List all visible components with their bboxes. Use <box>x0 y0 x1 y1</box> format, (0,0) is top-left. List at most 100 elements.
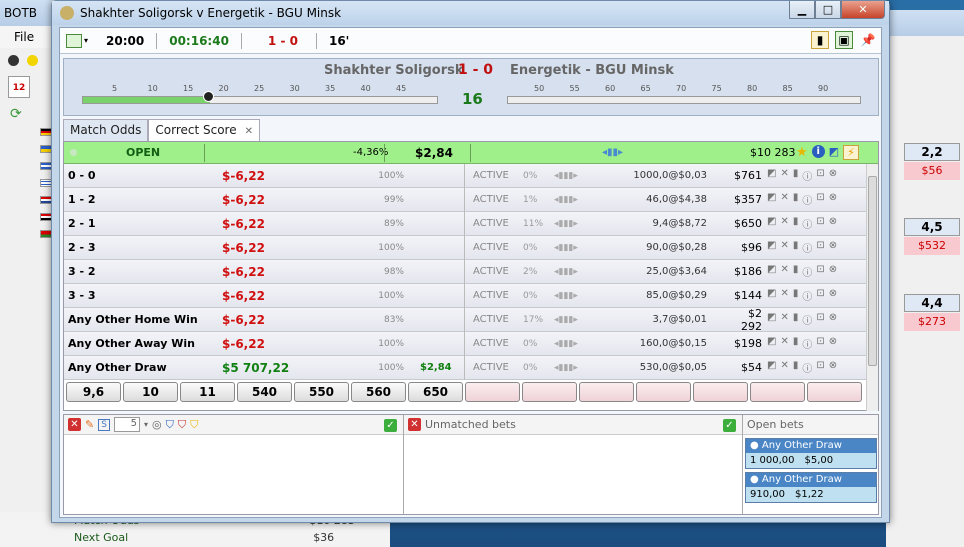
empty-odds-button[interactable] <box>750 382 805 402</box>
bg-odds-box[interactable]: 4,5 <box>904 218 960 236</box>
row-ladder-icon[interactable]: ▮ <box>793 240 799 255</box>
ladder-arrows-icon[interactable]: ◂▮▮▮▸ <box>554 243 578 253</box>
row-up-icon[interactable]: ⊡ <box>816 168 824 183</box>
shield-red-icon[interactable]: ⛉ <box>178 418 186 432</box>
ladder-arrows-icon[interactable]: ◂▮▮▮▸ <box>554 171 578 181</box>
selection-back-price[interactable]: 9,4@$8,72 <box>584 218 707 229</box>
selection-row[interactable]: Any Other Away Win $-6,22 100% ACTIVE 0% ◂▮▮▮… <box>64 332 878 356</box>
row-info-icon[interactable]: ⓘ <box>802 264 812 279</box>
row-ladder-icon[interactable]: ▮ <box>793 360 799 375</box>
eraser-icon[interactable]: ✎ <box>85 418 94 431</box>
row-up-icon[interactable]: ⊡ <box>816 288 824 303</box>
empty-odds-button[interactable] <box>807 382 862 402</box>
confirm-unmatched-icon[interactable]: ✓ <box>723 419 736 432</box>
row-ladder-icon[interactable]: ▮ <box>793 336 799 351</box>
row-close-icon[interactable]: ⊗ <box>829 264 837 279</box>
star-icon[interactable]: ★ <box>796 145 808 160</box>
s-icon[interactable]: S <box>98 418 110 431</box>
selection-back-price[interactable]: 90,0@$0,28 <box>584 242 707 253</box>
ladder-arrows-icon[interactable]: ◂▮▮▮▸ <box>554 267 578 277</box>
pin-icon[interactable]: 📌 <box>859 31 877 49</box>
row-up-icon[interactable]: ⊡ <box>816 312 824 327</box>
close-tab-icon[interactable]: ✕ <box>245 126 253 137</box>
row-close-icon[interactable]: ⊗ <box>829 336 837 351</box>
row-info-icon[interactable]: ⓘ <box>802 336 812 351</box>
ladder-arrows-icon[interactable]: ◂▮▮▮▸ <box>554 291 578 301</box>
empty-odds-button[interactable] <box>579 382 634 402</box>
selection-row[interactable]: 2 - 3 $-6,22 100% ACTIVE 0% ◂▮▮▮▸ 90,0@$0,28 $9… <box>64 236 878 260</box>
row-graph-icon[interactable]: ◩ <box>767 216 776 231</box>
bar-chart-icon[interactable]: ▮ <box>811 31 829 49</box>
open-bet[interactable]: ● Any Other Draw 910,00 $1,22 <box>745 472 877 503</box>
info-icon[interactable]: i <box>811 145 825 158</box>
bg-odds-box[interactable]: 4,4 <box>904 294 960 312</box>
selection-row[interactable]: 2 - 1 $-6,22 89% ACTIVE 11% ◂▮▮▮▸ 9,4@$8,72 $65… <box>64 212 878 236</box>
row-info-icon[interactable]: ⓘ <box>802 312 812 327</box>
quick-odds-button[interactable]: 9,6 <box>66 382 121 402</box>
tab-match-odds[interactable]: Match Odds <box>63 119 149 141</box>
row-info-icon[interactable]: ⓘ <box>802 192 812 207</box>
quick-odds-button[interactable]: 10 <box>123 382 178 402</box>
row-ladder-icon[interactable]: ▮ <box>793 288 799 303</box>
selection-back-price[interactable]: 160,0@$0,15 <box>584 338 707 349</box>
selection-row[interactable]: Any Other Draw $5 707,22 100% $2,84 ACTIVE 0%… <box>64 356 878 380</box>
tennis-ball-icon[interactable] <box>27 54 38 66</box>
row-ladder-icon[interactable]: ▮ <box>793 192 799 207</box>
graph-icon[interactable]: ◩ <box>829 145 839 160</box>
calendar-icon[interactable]: 12 <box>8 76 30 98</box>
row-up-icon[interactable]: ⊡ <box>816 264 824 279</box>
minimize-button[interactable]: ▁ <box>789 1 815 19</box>
quick-odds-button[interactable]: 650 <box>408 382 463 402</box>
selection-back-price[interactable]: 46,0@$4,38 <box>584 194 707 205</box>
empty-odds-button[interactable] <box>636 382 691 402</box>
open-bet[interactable]: ● Any Other Draw 1 000,00 $5,00 <box>745 438 877 469</box>
bg-market-row[interactable]: Next Goal $36 <box>0 529 390 546</box>
selection-back-price[interactable]: 25,0@$3,64 <box>584 266 707 277</box>
row-tools-icon[interactable]: ✕ <box>780 240 788 255</box>
row-graph-icon[interactable]: ◩ <box>767 312 776 327</box>
tab-correct-score[interactable]: Correct Score ✕ <box>148 119 260 141</box>
selection-row[interactable]: 0 - 0 $-6,22 100% ACTIVE 0% ◂▮▮▮▸ 1000,0@$0,03… <box>64 164 878 188</box>
cancel-icon[interactable]: ✕ <box>68 418 81 431</box>
row-tools-icon[interactable]: ✕ <box>780 192 788 207</box>
quick-odds-button[interactable]: 550 <box>294 382 349 402</box>
row-info-icon[interactable]: ⓘ <box>802 216 812 231</box>
empty-odds-button[interactable] <box>522 382 577 402</box>
selection-back-price[interactable]: 530,0@$0,05 <box>584 362 707 373</box>
selection-row[interactable]: 3 - 2 $-6,22 98% ACTIVE 2% ◂▮▮▮▸ 25,0@$3,64 $18… <box>64 260 878 284</box>
ladder-arrows-icon[interactable]: ◂▮▮▮▸ <box>554 363 578 373</box>
confirm-icon[interactable]: ✓ <box>384 419 397 432</box>
shield-blue-icon[interactable]: ⛉ <box>166 418 174 432</box>
circle-icon[interactable]: ◎ <box>152 418 162 431</box>
quick-odds-button[interactable]: 560 <box>351 382 406 402</box>
selection-row[interactable]: 1 - 2 $-6,22 99% ACTIVE 1% ◂▮▮▮▸ 46,0@$4,38 $35… <box>64 188 878 212</box>
row-tools-icon[interactable]: ✕ <box>780 312 788 327</box>
bg-odds-box[interactable]: 2,2 <box>904 143 960 161</box>
warning-shield-icon[interactable]: ⛉ <box>190 418 198 432</box>
row-up-icon[interactable]: ⊡ <box>816 240 824 255</box>
cancel-unmatched-icon[interactable]: ✕ <box>408 418 421 431</box>
add-market-icon[interactable] <box>66 33 82 48</box>
row-close-icon[interactable]: ⊗ <box>829 240 837 255</box>
empty-odds-button[interactable] <box>465 382 520 402</box>
row-tools-icon[interactable]: ✕ <box>780 360 788 375</box>
row-ladder-icon[interactable]: ▮ <box>793 216 799 231</box>
row-close-icon[interactable]: ⊗ <box>829 312 837 327</box>
selection-back-price[interactable]: 85,0@$0,29 <box>584 290 707 301</box>
row-graph-icon[interactable]: ◩ <box>767 264 776 279</box>
quick-odds-button[interactable]: 540 <box>237 382 292 402</box>
quick-odds-button[interactable]: 11 <box>180 382 235 402</box>
row-close-icon[interactable]: ⊗ <box>829 168 837 183</box>
row-tools-icon[interactable]: ✕ <box>780 264 788 279</box>
row-info-icon[interactable]: ⓘ <box>802 360 812 375</box>
window-plus-icon[interactable]: ▣ <box>835 31 853 49</box>
ladder-arrows-icon[interactable]: ◂▮▮▮▸ <box>554 315 578 325</box>
row-info-icon[interactable]: ⓘ <box>802 288 812 303</box>
ladder-arrows-icon[interactable]: ◂▮▮▮▸ <box>554 195 578 205</box>
row-graph-icon[interactable]: ◩ <box>767 336 776 351</box>
row-graph-icon[interactable]: ◩ <box>767 288 776 303</box>
row-up-icon[interactable]: ⊡ <box>816 216 824 231</box>
row-close-icon[interactable]: ⊗ <box>829 288 837 303</box>
soccer-ball-icon[interactable] <box>8 54 19 66</box>
row-graph-icon[interactable]: ◩ <box>767 168 776 183</box>
